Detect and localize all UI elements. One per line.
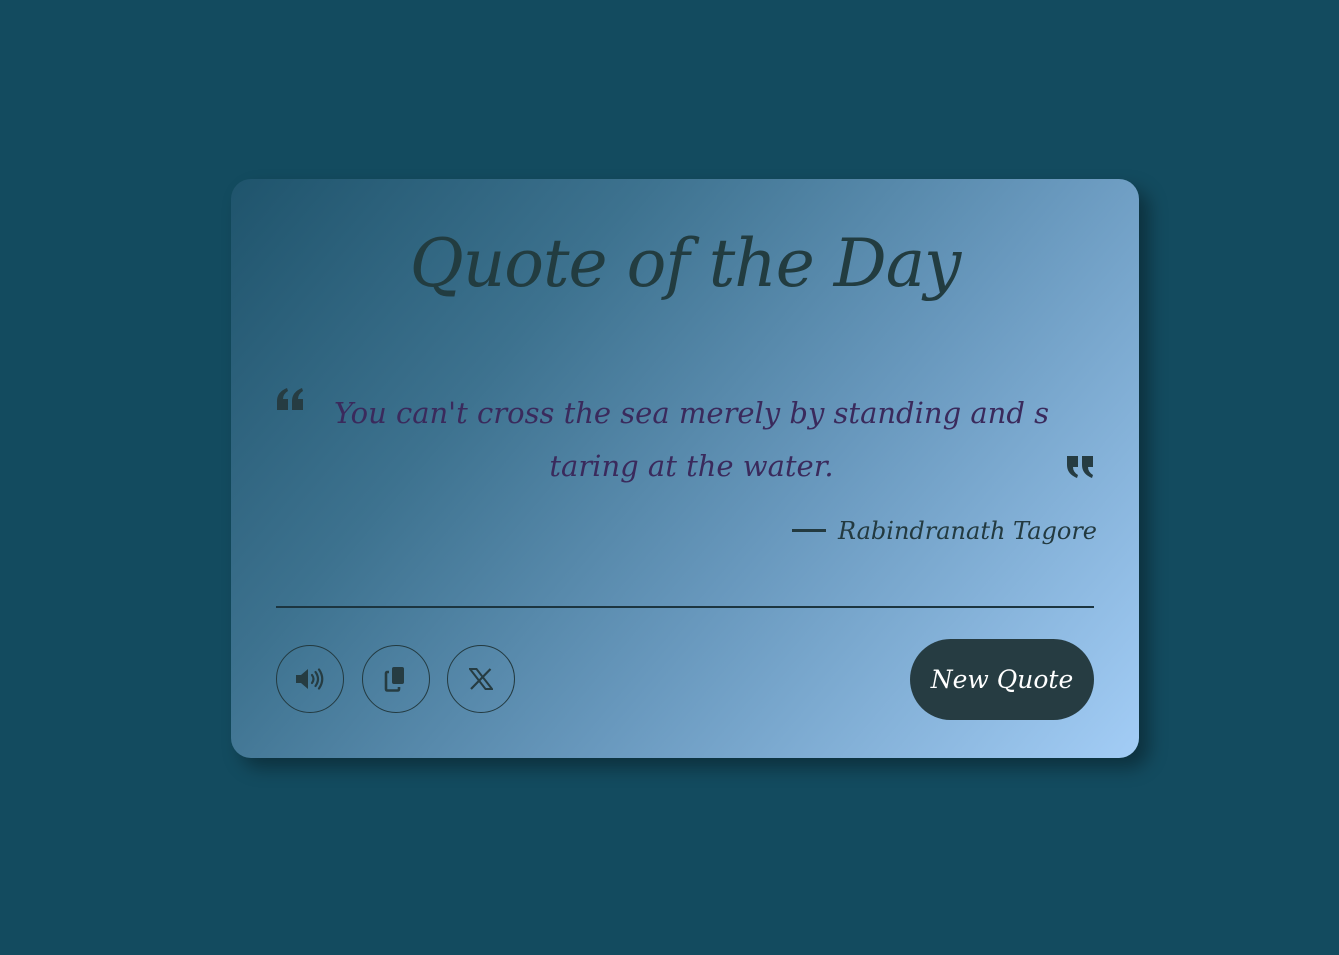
quote-author: Rabindranath Tagore <box>791 517 1097 545</box>
x-logo-icon <box>469 668 493 690</box>
copy-icon <box>384 667 404 692</box>
new-quote-button[interactable]: New Quote <box>910 639 1094 720</box>
author-name: Rabindranath Tagore <box>837 517 1097 545</box>
copy-button[interactable] <box>362 645 430 713</box>
speaker-icon <box>296 668 324 690</box>
quote-card: Quote of the Day You can't cross the sea… <box>231 179 1139 758</box>
quote-text: You can't cross the sea merely by standi… <box>333 396 1049 483</box>
speak-button[interactable] <box>276 645 344 713</box>
share-x-button[interactable] <box>447 645 515 713</box>
close-quote-icon <box>1067 456 1093 478</box>
author-dash <box>791 529 826 532</box>
divider <box>276 606 1094 608</box>
open-quote-icon <box>277 388 303 410</box>
card-title: Quote of the Day <box>409 225 962 302</box>
